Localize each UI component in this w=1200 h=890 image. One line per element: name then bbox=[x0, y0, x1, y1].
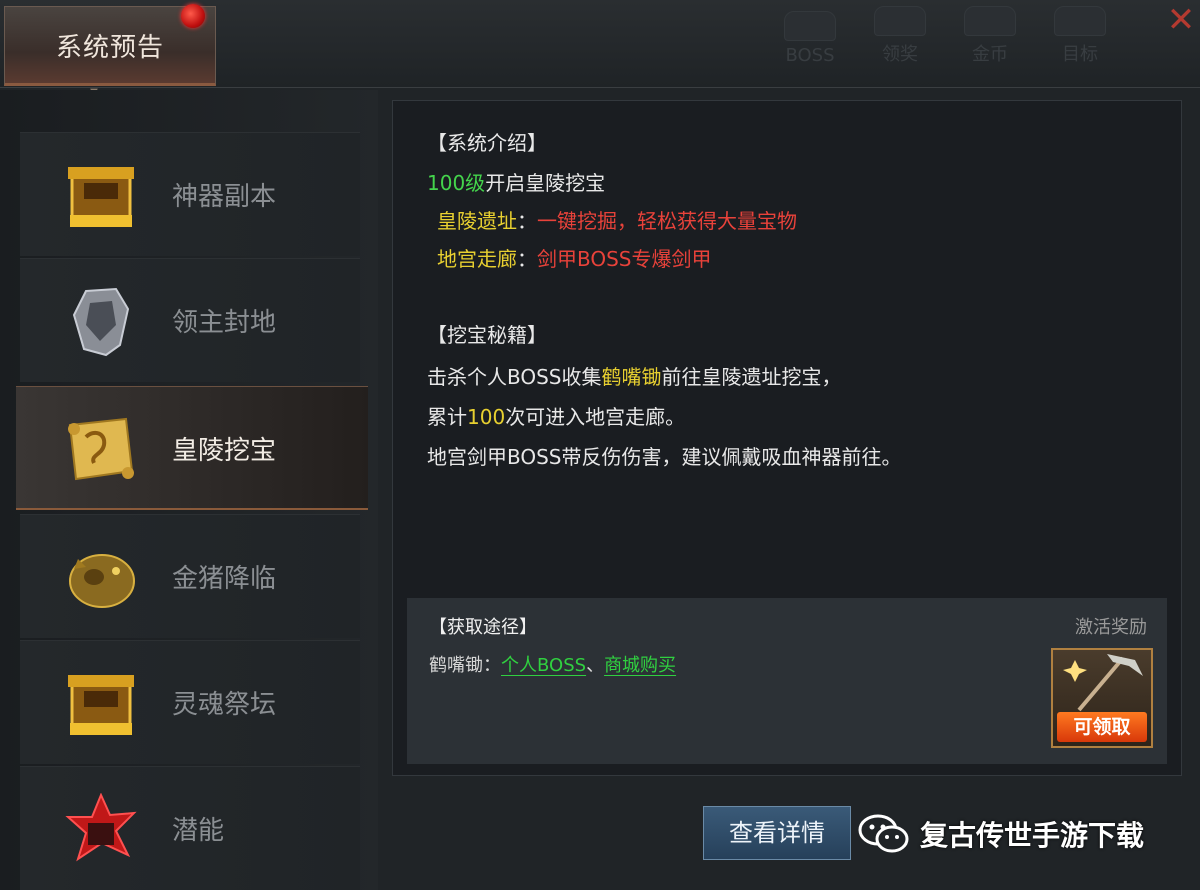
watermark-text: 复古传世手游下载 bbox=[920, 819, 1145, 852]
palace-separator: ： bbox=[517, 247, 537, 271]
coin-icon: 金币 bbox=[964, 6, 1016, 66]
palace-name: 地宫走廊 bbox=[437, 247, 517, 271]
sidebar-item-label: 皇陵挖宝 bbox=[172, 436, 277, 466]
site-description: 一键挖掘，轻松获得大量宝物 bbox=[537, 209, 797, 233]
acquire-panel: 【获取途径】 鹤嘴锄：个人BOSS、商城购买 激活奖励 可领取 bbox=[407, 598, 1167, 764]
close-icon: ✕ bbox=[1166, 0, 1196, 40]
site-separator: ： bbox=[517, 209, 537, 233]
tip-text: 击杀个人BOSS收集 bbox=[427, 365, 602, 389]
detail-panel: 【系统介绍】 100级开启皇陵挖宝 皇陵遗址：一键挖掘，轻松获得大量宝物 地宫走… bbox=[392, 100, 1182, 776]
sidebar-item-label: 金猪降临 bbox=[172, 564, 277, 594]
sidebar-item-soul-altar[interactable]: 灵魂祭坛 bbox=[20, 640, 360, 764]
pickaxe-item-name: 鹤嘴锄 bbox=[601, 365, 662, 389]
tip-text: 累计 bbox=[427, 405, 467, 429]
potential-icon bbox=[64, 793, 138, 867]
window-header: 系统预告 ▼ BOSS 领奖 金币 目标 ✕ bbox=[0, 0, 1200, 98]
tip-text: 次可进入地宫走廊。 bbox=[505, 405, 686, 429]
pickaxe-icon bbox=[1063, 654, 1143, 712]
boss-icon: BOSS bbox=[784, 11, 836, 66]
tip-line-2: 累计100次可进入地宫走廊。 bbox=[427, 401, 685, 430]
sidebar-item-label: 领主封地 bbox=[172, 308, 277, 338]
sidebar: 神器副本 领主封地 皇陵挖宝 金猪降临 灵魂祭坛 潜能 bbox=[0, 90, 378, 890]
acquire-item: 鹤嘴锄： bbox=[429, 655, 501, 676]
tip-line-1: 击杀个人BOSS收集鹤嘴锄前往皇陵遗址挖宝， bbox=[427, 361, 842, 390]
lord-armor-icon bbox=[64, 285, 138, 359]
background-top-icons: BOSS 领奖 金币 目标 bbox=[778, 0, 1158, 66]
notification-dot bbox=[181, 4, 205, 28]
soul-altar-icon bbox=[64, 667, 138, 741]
wechat-icon bbox=[858, 814, 909, 853]
tip-text: 前往皇陵遗址挖宝， bbox=[661, 365, 842, 389]
intro-line: 100级开启皇陵挖宝 bbox=[427, 167, 605, 196]
target-icon: 目标 bbox=[1054, 6, 1106, 66]
reward-label: 激活奖励 bbox=[1075, 617, 1147, 638]
unlock-text: 开启皇陵挖宝 bbox=[485, 171, 606, 195]
sidebar-item-lord-fief[interactable]: 领主封地 bbox=[20, 258, 360, 382]
close-button[interactable]: ✕ bbox=[1164, 3, 1198, 38]
sidebar-item-label: 潜能 bbox=[172, 816, 225, 846]
acquire-separator: 、 bbox=[586, 655, 605, 676]
palace-description: 剑甲BOSS专爆剑甲 bbox=[537, 247, 712, 271]
golden-pig-icon bbox=[64, 541, 138, 615]
tip-line-3: 地宫剑甲BOSS带反伤伤害，建议佩戴吸血神器前往。 bbox=[427, 445, 902, 469]
palace-line: 地宫走廊：剑甲BOSS专爆剑甲 bbox=[437, 243, 712, 272]
sidebar-item-imperial-tomb[interactable]: 皇陵挖宝 bbox=[16, 386, 368, 510]
watermark: 复古传世手游下载 bbox=[858, 810, 1144, 858]
sidebar-item-label: 神器副本 bbox=[172, 182, 277, 212]
view-details-button[interactable]: 查看详情 bbox=[703, 806, 851, 860]
reward-icon: 领奖 bbox=[874, 6, 926, 66]
window-title: 系统预告 bbox=[55, 32, 164, 63]
site-name: 皇陵遗址 bbox=[437, 209, 517, 233]
sidebar-item-artifact-dungeon[interactable]: 神器副本 bbox=[20, 132, 360, 256]
unlock-level: 100级 bbox=[427, 171, 486, 195]
acquire-heading: 【获取途径】 bbox=[429, 617, 537, 638]
treasure-scroll-icon bbox=[64, 413, 138, 487]
shop-purchase-link[interactable]: 商城购买 bbox=[604, 655, 676, 676]
intro-heading: 【系统介绍】 bbox=[427, 131, 547, 155]
site-line: 皇陵遗址：一键挖掘，轻松获得大量宝物 bbox=[437, 205, 797, 234]
sidebar-item-golden-pig[interactable]: 金猪降临 bbox=[20, 514, 360, 638]
tips-heading: 【挖宝秘籍】 bbox=[427, 323, 547, 347]
reward-slot[interactable]: 可领取 bbox=[1051, 648, 1153, 748]
acquire-row: 鹤嘴锄：个人BOSS、商城购买 bbox=[429, 651, 676, 677]
sidebar-item-potential[interactable]: 潜能 bbox=[20, 766, 360, 890]
artifact-dungeon-icon bbox=[64, 159, 138, 233]
claim-reward-button[interactable]: 可领取 bbox=[1057, 712, 1147, 742]
tip-count: 100 bbox=[467, 405, 506, 429]
personal-boss-link[interactable]: 个人BOSS bbox=[501, 655, 586, 676]
sidebar-item-label: 灵魂祭坛 bbox=[172, 690, 277, 720]
